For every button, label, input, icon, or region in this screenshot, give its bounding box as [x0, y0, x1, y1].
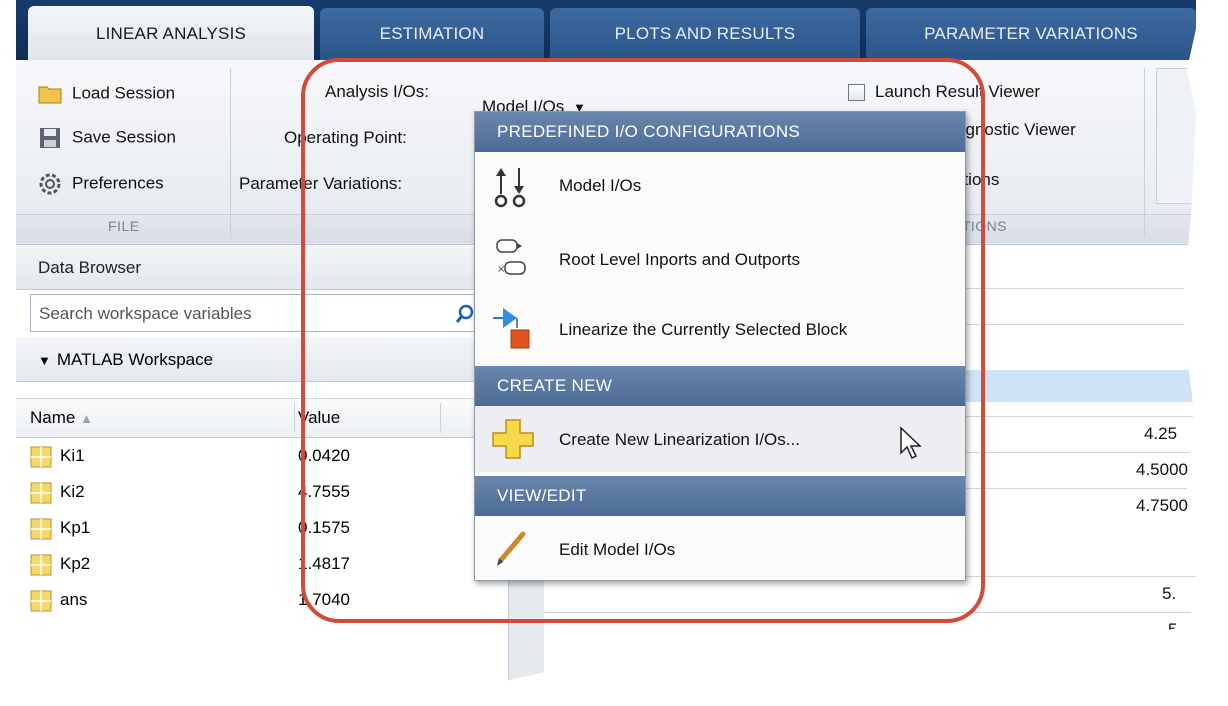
value-cell: 4.5000	[1136, 460, 1188, 479]
variable-name: ans	[60, 590, 88, 609]
gear-icon	[39, 173, 61, 195]
sort-ascending-icon: ▲	[80, 411, 93, 426]
variable-grid-icon	[30, 482, 52, 504]
load-session-label: Load Session	[72, 83, 176, 103]
value-cell: 5	[1168, 620, 1178, 639]
folder-icon	[38, 86, 62, 104]
variable-name: Ki2	[60, 482, 85, 501]
preferences-label: Preferences	[72, 173, 164, 193]
value-cell: 4.25	[1144, 424, 1178, 443]
separator	[1144, 68, 1145, 238]
name-column-header[interactable]: Name ▲	[30, 399, 93, 438]
tab-parameter-variations[interactable]: PARAMETER VARIATIONS	[866, 8, 1196, 60]
tab-plots-and-results[interactable]: PLOTS AND RESULTS	[550, 8, 860, 60]
variable-name: Kp2	[60, 554, 91, 573]
separator	[230, 68, 231, 238]
preferences-button[interactable]: Preferences	[38, 172, 164, 196]
tab-bar: LINEAR ANALYSIS ESTIMATION PLOTS AND RES…	[16, 0, 1196, 62]
variable-grid-icon	[30, 446, 52, 468]
save-session-label: Save Session	[72, 127, 176, 147]
floppy-disk-icon	[40, 128, 60, 148]
variable-grid-icon	[30, 590, 52, 612]
value-cell: 4.7500	[1136, 496, 1188, 515]
value-cell: 5.	[1162, 584, 1177, 603]
variable-name: Ki1	[60, 446, 85, 465]
variable-name: Kp1	[60, 518, 91, 537]
screenshot-frame: LINEAR ANALYSIS ESTIMATION PLOTS AND RES…	[0, 0, 1228, 706]
collapse-triangle-icon: ▼	[38, 353, 51, 368]
load-session-button[interactable]: Load Session	[38, 82, 175, 106]
variable-grid-icon	[30, 554, 52, 576]
save-session-button[interactable]: Save Session	[38, 126, 176, 150]
name-column-label: Name	[30, 408, 76, 427]
tab-estimation[interactable]: ESTIMATION	[320, 8, 544, 60]
search-placeholder: Search workspace variables	[39, 304, 252, 323]
workspace-tab[interactable]: orkspace	[226, 672, 295, 685]
ribbon-gallery-panel	[1156, 68, 1196, 204]
highlight-annotation	[301, 58, 985, 623]
linear-analysis-app: LINEAR ANALYSIS ESTIMATION PLOTS AND RES…	[16, 0, 1196, 685]
variable-grid-icon	[30, 518, 52, 540]
column-divider	[294, 403, 295, 433]
matlab-workspace-label: MATLAB Workspace	[56, 350, 214, 369]
file-section-label: FILE	[108, 218, 140, 234]
tab-linear-analysis[interactable]: LINEAR ANALYSIS	[28, 6, 314, 62]
